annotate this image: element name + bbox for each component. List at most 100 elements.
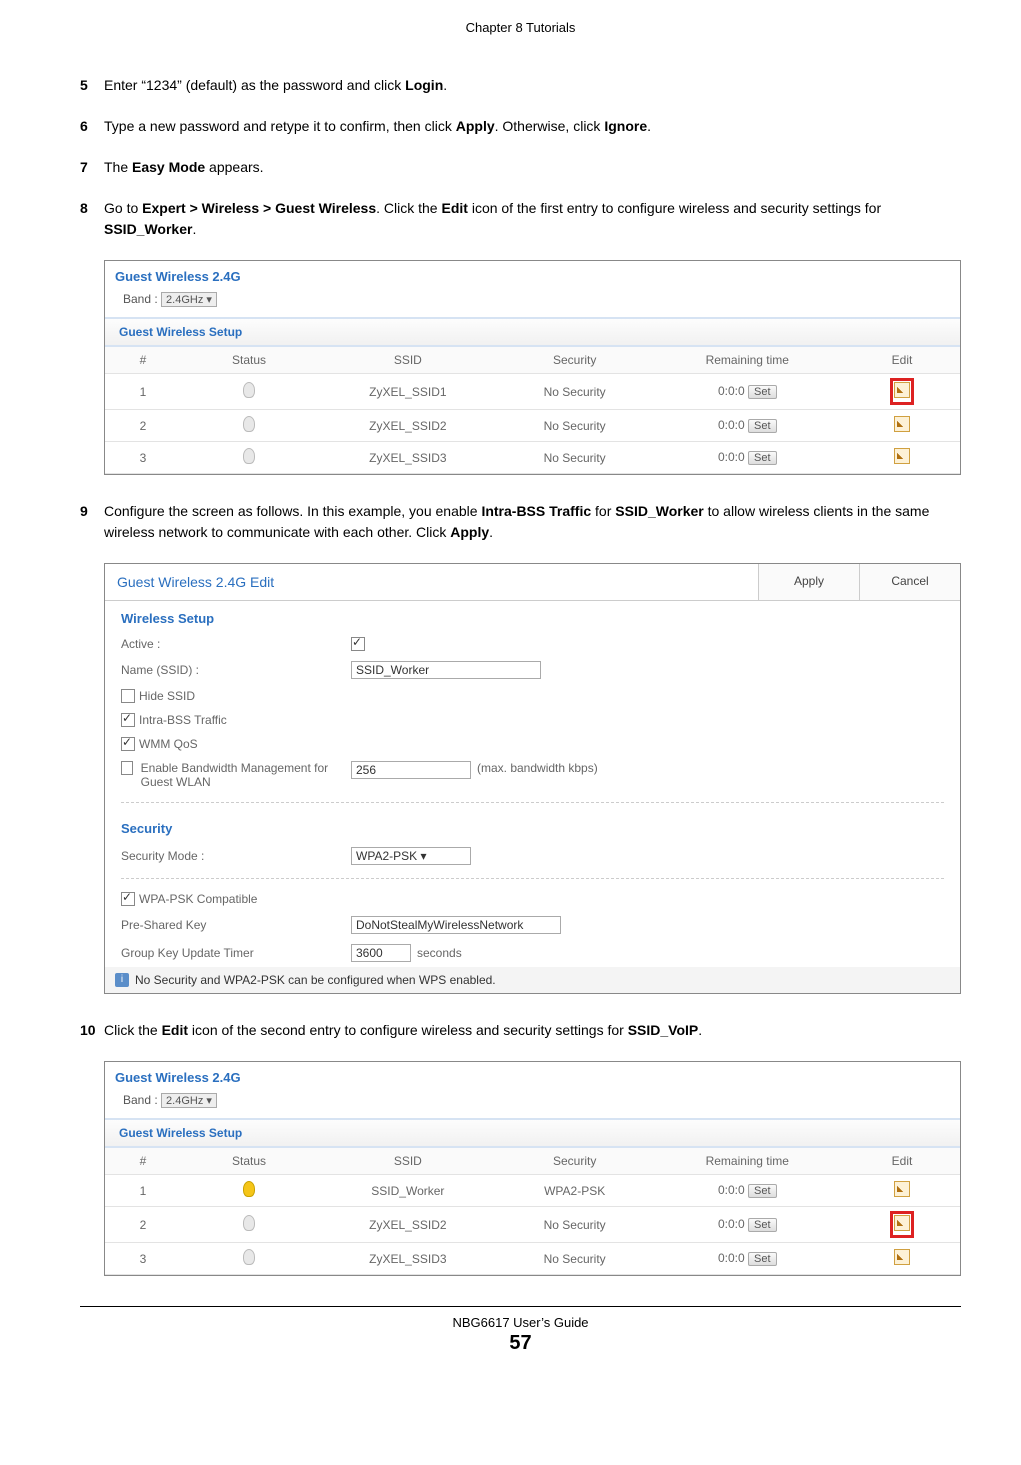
edit-icon[interactable] [894,1181,910,1197]
cell-num: 3 [105,442,181,474]
step-10: 10 Click the Edit icon of the second ent… [80,1020,961,1041]
col-security: Security [499,347,651,374]
col-remaining: Remaining time [651,347,844,374]
bold-edit: Edit [441,200,467,216]
cell-ssid: SSID_Worker [317,1175,499,1207]
step-num: 9 [80,501,104,543]
col-status: Status [181,1148,317,1175]
gku-unit: seconds [417,946,462,960]
bandwidth-checkbox[interactable] [121,761,133,775]
bandwidth-input[interactable]: 256 [351,761,471,779]
cell-remaining: 0:0:0 [718,1217,745,1231]
col-ssid: SSID [317,1148,499,1175]
step-body: Enter “1234” (default) as the password a… [104,75,961,96]
step-6: 6 Type a new password and retype it to c… [80,116,961,137]
text: . Otherwise, click [495,118,605,134]
table-row: 2 ZyXEL_SSID2 No Security 0:0:0 Set [105,410,960,442]
band-label: Band : [123,292,158,306]
band-select[interactable]: 2.4GHz ▾ [161,1093,217,1108]
step-8: 8 Go to Expert > Wireless > Guest Wirele… [80,198,961,240]
band-select[interactable]: 2.4GHz ▾ [161,292,217,307]
guest-wireless-panel: Guest Wireless 2.4G Band : 2.4GHz ▾ Gues… [104,260,961,475]
gku-input[interactable]: 3600 [351,944,411,962]
bold-apply: Apply [450,524,489,540]
cell-security: No Security [499,1243,651,1275]
text: Enter “1234” (default) as the password a… [104,77,405,93]
band-label: Band : [123,1093,158,1107]
bold-login: Login [405,77,443,93]
bold-edit: Edit [162,1022,188,1038]
step-7: 7 The Easy Mode appears. [80,157,961,178]
psk-input[interactable]: DoNotStealMyWirelessNetwork [351,916,561,934]
edit-icon[interactable] [894,448,910,464]
name-ssid-input[interactable]: SSID_Worker [351,661,541,679]
cell-num: 3 [105,1243,181,1275]
cell-remaining: 0:0:0 [718,418,745,432]
col-edit: Edit [844,1148,960,1175]
edit-icon[interactable] [894,416,910,432]
info-icon: i [115,973,129,987]
apply-button[interactable]: Apply [758,564,859,600]
bulb-icon [243,416,255,432]
cell-ssid: ZyXEL_SSID3 [317,442,499,474]
hide-ssid-checkbox[interactable] [121,689,135,703]
cell-num: 1 [105,374,181,410]
edit-highlight [892,1213,912,1236]
text: appears. [205,159,263,175]
edit-icon[interactable] [894,1249,910,1265]
col-num: # [105,1148,181,1175]
text: Type a new password and retype it to con… [104,118,456,134]
note-text: No Security and WPA2-PSK can be configur… [135,973,496,987]
security-mode-label: Security Mode : [121,849,351,863]
cell-ssid: ZyXEL_SSID2 [317,1207,499,1243]
security-mode-select[interactable]: WPA2-PSK ▾ [351,847,471,865]
chapter-header: Chapter 8 Tutorials [80,20,961,35]
panel-subhead: Guest Wireless Setup [105,1118,960,1148]
bold-ssid: SSID_VoIP [628,1022,699,1038]
edit-highlight [892,380,912,403]
edit-icon[interactable] [894,382,910,398]
guest-wireless-panel-2: Guest Wireless 2.4G Band : 2.4GHz ▾ Gues… [104,1061,961,1276]
intra-bss-checkbox[interactable] [121,713,135,727]
cancel-button[interactable]: Cancel [859,564,960,600]
set-button[interactable]: Set [748,419,777,433]
text: . [192,221,196,237]
cell-ssid: ZyXEL_SSID3 [317,1243,499,1275]
step-body: Go to Expert > Wireless > Guest Wireless… [104,198,961,240]
cell-security: WPA2-PSK [499,1175,651,1207]
set-button[interactable]: Set [748,1252,777,1266]
page-number: 57 [80,1332,961,1355]
bold-ssid: SSID_Worker [615,503,703,519]
cell-security: No Security [499,1207,651,1243]
wireless-setup-header: Wireless Setup [105,601,960,632]
wmm-checkbox[interactable] [121,737,135,751]
panel-subhead: Guest Wireless Setup [105,317,960,347]
wpa-compat-checkbox[interactable] [121,892,135,906]
set-button[interactable]: Set [748,1184,777,1198]
wmm-label: WMM QoS [139,737,198,751]
text: Click the [104,1022,162,1038]
guest-wireless-edit-panel: Guest Wireless 2.4G Edit Apply Cancel Wi… [104,563,961,994]
text: . [489,524,493,540]
edit-icon[interactable] [894,1215,910,1231]
cell-remaining: 0:0:0 [718,1251,745,1265]
bold-apply: Apply [456,118,495,134]
cell-ssid: ZyXEL_SSID1 [317,374,499,410]
text: The [104,159,132,175]
cell-num: 2 [105,410,181,442]
guest-wireless-table: # Status SSID Security Remaining time Ed… [105,347,960,474]
cell-security: No Security [499,442,651,474]
set-button[interactable]: Set [748,385,777,399]
cell-num: 2 [105,1207,181,1243]
set-button[interactable]: Set [748,1218,777,1232]
col-ssid: SSID [317,347,499,374]
set-button[interactable]: Set [748,451,777,465]
step-body: The Easy Mode appears. [104,157,961,178]
bandwidth-hint: (max. bandwidth kbps) [477,761,598,775]
text: for [591,503,615,519]
panel-title: Guest Wireless 2.4G [105,1062,960,1089]
step-body: Click the Edit icon of the second entry … [104,1020,961,1041]
hide-ssid-label: Hide SSID [139,689,195,703]
text: icon of the first entry to configure wir… [468,200,881,216]
active-checkbox[interactable] [351,637,365,651]
